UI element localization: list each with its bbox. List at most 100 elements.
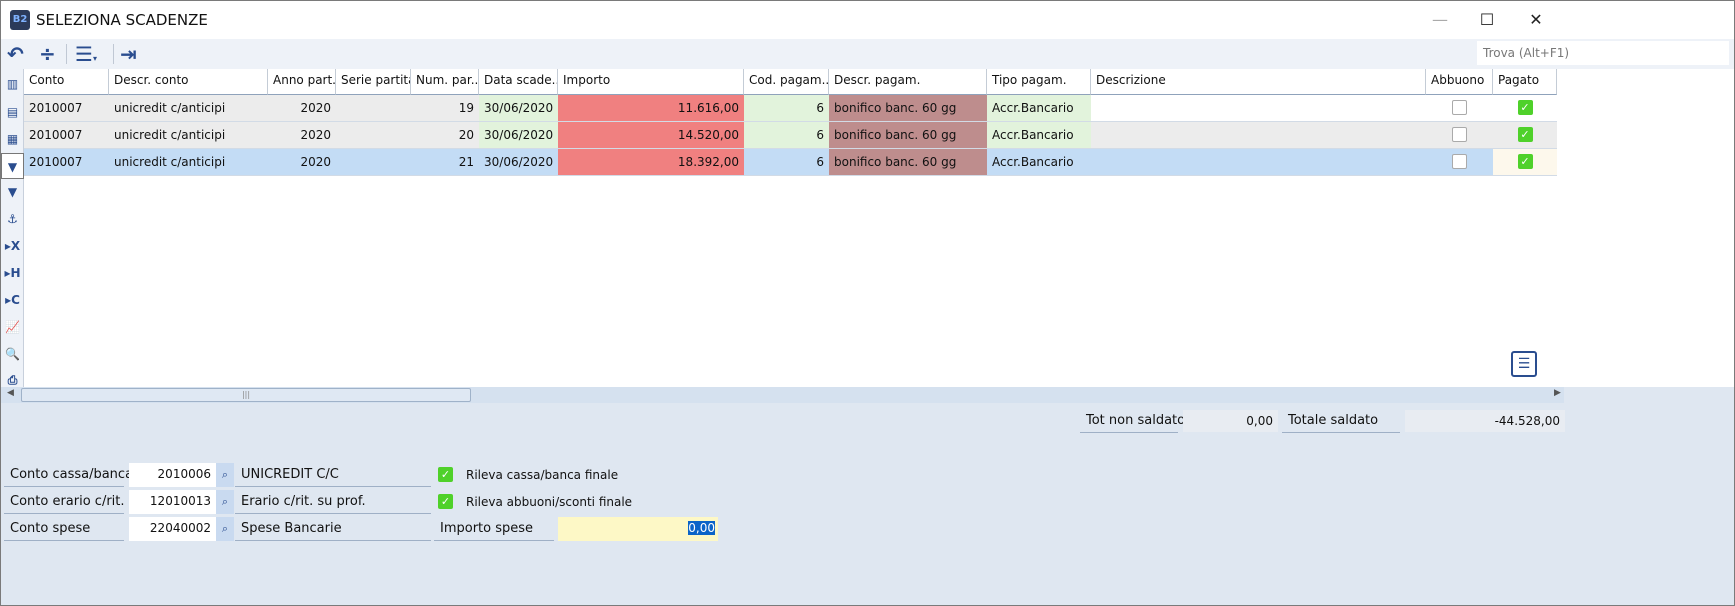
separator	[113, 44, 114, 64]
toolbar	[1, 39, 1734, 69]
pagato-checkbox[interactable]: ✓	[1517, 154, 1533, 169]
conto-erario-label: Conto erario c/rit.	[4, 490, 125, 514]
cell-num[interactable]: 19	[411, 95, 479, 122]
scroll-right-icon[interactable]: ▶	[1554, 388, 1561, 398]
cell-tipo[interactable]: Accr.Bancario	[987, 149, 1091, 176]
cell-conto[interactable]: 2010007	[24, 149, 109, 176]
minimize-button[interactable]: —	[1417, 5, 1463, 35]
cell-data[interactable]: 30/06/2020	[479, 149, 558, 176]
rileva-cassa-checkbox[interactable]: ✓	[438, 467, 453, 482]
cell-pagato[interactable]: ✓	[1493, 122, 1557, 149]
cell-importo[interactable]: 14.520,00	[558, 122, 744, 149]
chart-icon[interactable]: 📈	[1, 314, 24, 340]
cell-importo[interactable]: 18.392,00	[558, 149, 744, 176]
cell-tipo[interactable]: Accr.Bancario	[987, 122, 1091, 149]
cell-anno[interactable]: 2020	[268, 149, 336, 176]
cell-serie[interactable]	[336, 95, 411, 122]
cell-descr[interactable]: unicredit c/anticipi	[109, 122, 268, 149]
search-icon[interactable]: ⌕	[216, 490, 234, 514]
find-input[interactable]: Trova (Alt+F1)	[1477, 41, 1729, 65]
menu-icon[interactable]: ☰▾	[75, 42, 97, 66]
cell-cod[interactable]: 6	[744, 149, 829, 176]
maximize-button[interactable]: ☐	[1464, 5, 1510, 35]
cell-num[interactable]: 21	[411, 149, 479, 176]
cell-abbuono[interactable]	[1426, 149, 1493, 176]
column-header-num[interactable]: Num. par...	[411, 69, 479, 95]
cell-descr_pag[interactable]: bonifico banc. 60 gg	[829, 95, 987, 122]
cell-conto[interactable]: 2010007	[24, 122, 109, 149]
export-c-icon[interactable]: ▸C	[1, 287, 24, 313]
cell-data[interactable]: 30/06/2020	[479, 122, 558, 149]
tot-non-saldato-label: Tot non saldato	[1080, 409, 1185, 433]
anchor-icon[interactable]: ⚓	[1, 206, 24, 232]
undo-icon[interactable]: ↶	[7, 42, 24, 66]
cell-anno[interactable]: 2020	[268, 95, 336, 122]
rileva-cassa-label: Rileva cassa/banca finale	[466, 468, 619, 482]
search-icon[interactable]: ⌕	[216, 463, 234, 487]
column-header-tipo[interactable]: Tipo pagam.	[987, 69, 1091, 95]
column-header-descr_pag[interactable]: Descr. pagam.	[829, 69, 987, 95]
importo-spese-value: 0,00	[688, 521, 715, 535]
cell-serie[interactable]	[336, 149, 411, 176]
cell-num[interactable]: 20	[411, 122, 479, 149]
exit-icon[interactable]: ⇥	[120, 42, 137, 66]
column-header-abbuono[interactable]: Abbuono	[1426, 69, 1493, 95]
conto-erario-input[interactable]: 12010013	[129, 490, 216, 514]
cell-pagato[interactable]: ✓	[1493, 95, 1557, 122]
abbuono-checkbox[interactable]	[1452, 100, 1467, 115]
column-header-conto[interactable]: Conto	[24, 69, 109, 95]
search-icon[interactable]: ⌕	[216, 517, 234, 541]
cell-serie[interactable]	[336, 122, 411, 149]
cell-cod[interactable]: 6	[744, 95, 829, 122]
cell-descr[interactable]: unicredit c/anticipi	[109, 149, 268, 176]
cell-abbuono[interactable]	[1426, 95, 1493, 122]
cell-descr[interactable]: unicredit c/anticipi	[109, 95, 268, 122]
column-header-importo[interactable]: Importo	[558, 69, 744, 95]
divide-icon[interactable]: ÷	[39, 42, 56, 66]
cell-tipo[interactable]: Accr.Bancario	[987, 95, 1091, 122]
abbuono-checkbox[interactable]	[1452, 154, 1467, 169]
cell-conto[interactable]: 2010007	[24, 95, 109, 122]
cell-abbuono[interactable]	[1426, 122, 1493, 149]
column-header-anno[interactable]: Anno part...	[268, 69, 336, 95]
column-header-descrizione[interactable]: Descrizione	[1091, 69, 1426, 95]
rileva-abbuoni-label: Rileva abbuoni/sconti finale	[466, 495, 633, 509]
column-header-pagato[interactable]: Pagato	[1493, 69, 1557, 95]
importo-spese-input[interactable]: 0,00	[558, 517, 718, 541]
cell-descr_pag[interactable]: bonifico banc. 60 gg	[829, 149, 987, 176]
conto-spese-input[interactable]: 22040002	[129, 517, 216, 541]
table-icon[interactable]: ▦	[1, 126, 24, 152]
close-button[interactable]: ✕	[1513, 5, 1559, 35]
column-header-descr[interactable]: Descr. conto	[109, 69, 268, 95]
column-header-cod[interactable]: Cod. pagam...	[744, 69, 829, 95]
window-title: SELEZIONA SCADENZE	[36, 11, 208, 29]
column-header-data[interactable]: Data scade...	[479, 69, 558, 95]
cell-cod[interactable]: 6	[744, 122, 829, 149]
tot-non-saldato-value: 0,00	[1183, 410, 1278, 432]
importo-spese-label: Importo spese	[434, 517, 554, 541]
rileva-abbuoni-checkbox[interactable]: ✓	[438, 494, 453, 509]
pagato-checkbox[interactable]: ✓	[1517, 100, 1533, 115]
list-icon[interactable]: ▤	[1, 99, 24, 125]
export-h-icon[interactable]: ▸H	[1, 260, 24, 286]
column-header-serie[interactable]: Serie partita	[336, 69, 411, 95]
scroll-left-icon[interactable]: ◀	[7, 388, 14, 398]
cell-descrizione[interactable]	[1091, 95, 1426, 122]
details-icon[interactable]: ☰	[1511, 351, 1537, 377]
abbuono-checkbox[interactable]	[1452, 127, 1467, 142]
export-x-icon[interactable]: ▸X	[1, 233, 24, 259]
columns-icon[interactable]: ▥	[1, 71, 24, 97]
pagato-checkbox[interactable]: ✓	[1517, 127, 1533, 142]
cell-pagato[interactable]: ✓	[1493, 149, 1557, 176]
conto-cassa-input[interactable]: 2010006	[129, 463, 216, 487]
cell-data[interactable]: 30/06/2020	[479, 95, 558, 122]
scrollbar-thumb[interactable]: |||	[21, 388, 471, 402]
filter-icon[interactable]: ▼	[1, 153, 24, 179]
cell-descr_pag[interactable]: bonifico banc. 60 gg	[829, 122, 987, 149]
cell-anno[interactable]: 2020	[268, 122, 336, 149]
preview-icon[interactable]: 🔍	[1, 341, 24, 367]
cell-importo[interactable]: 11.616,00	[558, 95, 744, 122]
cell-descrizione[interactable]	[1091, 149, 1426, 176]
cell-descrizione[interactable]	[1091, 122, 1426, 149]
filter-clear-icon[interactable]: ▼	[1, 179, 24, 205]
